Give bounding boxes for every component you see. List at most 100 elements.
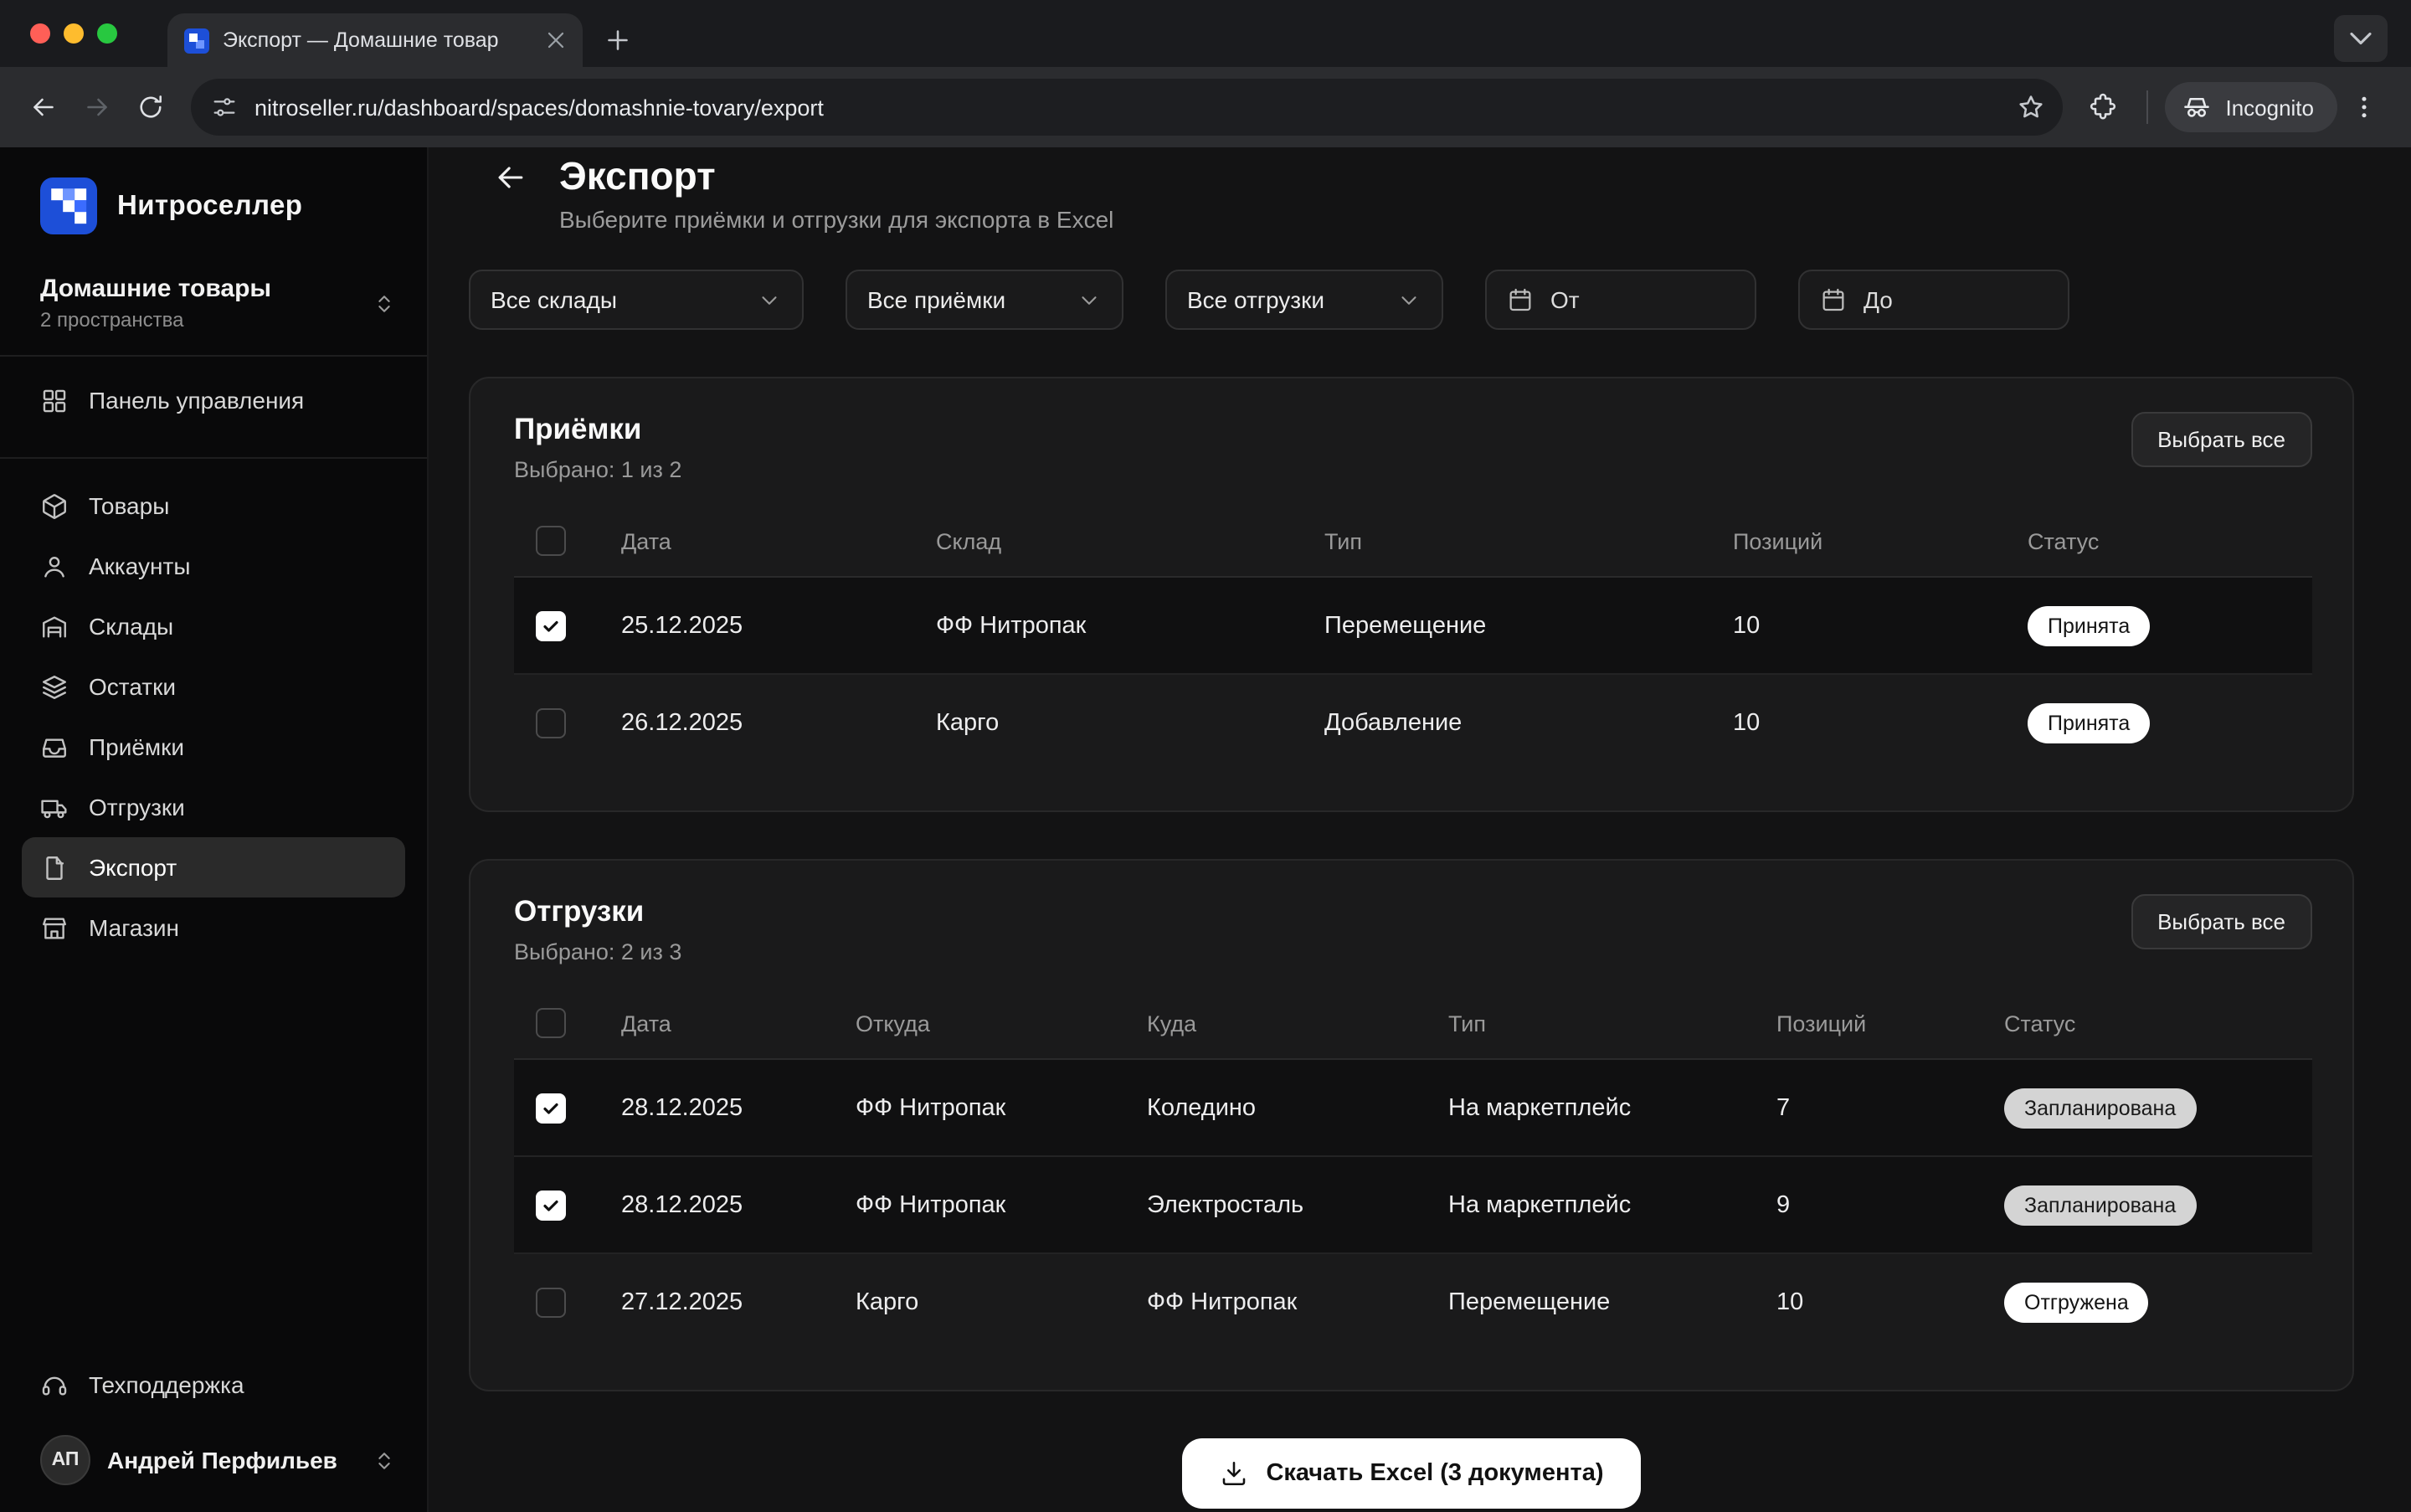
table-body: 28.12.2025ФФ НитропакКолединоНа маркетпл… <box>514 1060 2312 1350</box>
sidebar: Нитроселлер Домашние товары 2 пространст… <box>0 147 429 1512</box>
space-switcher[interactable]: Домашние товары 2 пространства <box>40 275 397 332</box>
cell-positions: 10 <box>1776 1288 2004 1315</box>
site-settings-icon[interactable] <box>211 94 238 121</box>
table-row[interactable]: 26.12.2025КаргоДобавление10Принята <box>514 673 2312 770</box>
sidebar-item-store[interactable]: Магазин <box>22 897 405 958</box>
cell-date: 25.12.2025 <box>621 612 936 639</box>
column-header: Откуда <box>856 1011 1147 1036</box>
page-header: Экспорт Выберите приёмки и отгрузки для … <box>469 154 2354 233</box>
sidebar-item-label: Склады <box>89 613 173 640</box>
tab-close-icon[interactable] <box>542 27 569 54</box>
table-row[interactable]: 27.12.2025КаргоФФ НитропакПеремещение10О… <box>514 1252 2312 1350</box>
cell-from: ФФ Нитропак <box>856 1094 1147 1121</box>
forward-button[interactable] <box>70 80 124 134</box>
table-row[interactable]: 28.12.2025ФФ НитропакЭлектростальНа марк… <box>514 1155 2312 1252</box>
checkbox-cell <box>514 1093 621 1123</box>
cell-status: Запланирована <box>2004 1088 2312 1128</box>
sidebar-item-file[interactable]: Экспорт <box>22 837 405 897</box>
url-text[interactable]: nitroseller.ru/dashboard/spaces/domashni… <box>254 95 1999 120</box>
bookmark-star-icon[interactable] <box>2016 92 2046 122</box>
incognito-label: Incognito <box>2225 95 2314 120</box>
selected-summary: Выбрано: 1 из 2 <box>514 457 681 482</box>
close-window-button[interactable] <box>30 23 50 44</box>
page-subtitle: Выберите приёмки и отгрузки для экспорта… <box>559 206 1113 233</box>
date-to-value: До <box>1864 286 1893 313</box>
browser-window: Экспорт — Домашние товар nitroseller.ru/… <box>0 0 2411 1512</box>
user-menu[interactable]: АП Андрей Перфильев <box>40 1435 397 1485</box>
select-all-button[interactable]: Выбрать все <box>2131 412 2312 467</box>
dropdown-value: Все приёмки <box>867 286 1060 313</box>
avatar: АП <box>40 1435 90 1485</box>
truck-icon <box>40 793 69 821</box>
download-excel-button[interactable]: Скачать Excel (3 документа) <box>1182 1438 1640 1509</box>
receivings-dropdown[interactable]: Все приёмки <box>846 270 1123 330</box>
window-controls <box>0 23 144 67</box>
page-title: Экспорт <box>559 154 1113 198</box>
warehouse-icon <box>40 612 69 640</box>
shipments-dropdown[interactable]: Все отгрузки <box>1165 270 1443 330</box>
main-content: Экспорт Выберите приёмки и отгрузки для … <box>429 147 2411 1512</box>
incognito-badge: Incognito <box>2165 82 2337 132</box>
browser-menu-kebab-icon[interactable] <box>2337 80 2391 134</box>
table-row[interactable]: 28.12.2025ФФ НитропакКолединоНа маркетпл… <box>514 1060 2312 1155</box>
reload-button[interactable] <box>124 80 177 134</box>
cell-warehouse: ФФ Нитропак <box>936 612 1324 639</box>
row-checkbox[interactable] <box>536 1190 566 1220</box>
browser-tab[interactable]: Экспорт — Домашние товар <box>167 13 583 67</box>
select-all-checkbox[interactable] <box>536 1008 566 1038</box>
row-checkbox[interactable] <box>536 610 566 640</box>
cell-positions: 7 <box>1776 1094 2004 1121</box>
incognito-icon <box>2182 92 2212 122</box>
sidebar-item-user[interactable]: Аккаунты <box>22 536 405 596</box>
tab-strip: Экспорт — Домашние товар <box>0 0 2411 67</box>
cell-positions: 9 <box>1776 1191 2004 1218</box>
browser-toolbar: nitroseller.ru/dashboard/spaces/domashni… <box>0 67 2411 147</box>
cell-type: На маркетплейс <box>1448 1191 1776 1218</box>
tab-list-chevron-icon[interactable] <box>2334 15 2388 62</box>
select-all-button[interactable]: Выбрать все <box>2131 894 2312 949</box>
address-bar[interactable]: nitroseller.ru/dashboard/spaces/domashni… <box>191 79 2063 136</box>
tab-title: Экспорт — Домашние товар <box>223 28 529 52</box>
sidebar-item-truck[interactable]: Отгрузки <box>22 777 405 837</box>
sidebar-item-dashboard[interactable]: Панель управления <box>22 367 405 434</box>
receivings-card: Приёмки Выбрано: 1 из 2 Выбрать все Дата… <box>469 377 2354 812</box>
back-button[interactable] <box>17 80 70 134</box>
row-checkbox[interactable] <box>536 707 566 738</box>
cell-positions: 10 <box>1733 709 2028 736</box>
cell-warehouse: Карго <box>936 709 1324 736</box>
grid-icon <box>40 386 69 414</box>
new-tab-button[interactable] <box>603 25 633 55</box>
file-icon <box>40 853 69 882</box>
calendar-icon <box>1507 286 1534 313</box>
sidebar-item-inbox[interactable]: Приёмки <box>22 717 405 777</box>
date-to-picker[interactable]: До <box>1798 270 2069 330</box>
table-row[interactable]: 25.12.2025ФФ НитропакПеремещение10Принят… <box>514 578 2312 673</box>
cell-type: Перемещение <box>1448 1288 1776 1315</box>
selected-summary: Выбрано: 2 из 3 <box>514 939 681 964</box>
cell-type: Перемещение <box>1324 612 1733 639</box>
status-badge: Принята <box>2028 605 2150 645</box>
back-arrow-icon[interactable] <box>492 159 529 196</box>
dropdown-value: Все склады <box>491 286 740 313</box>
row-checkbox[interactable] <box>536 1287 566 1317</box>
select-all-checkbox[interactable] <box>536 526 566 556</box>
date-from-picker[interactable]: От <box>1485 270 1756 330</box>
zoom-window-button[interactable] <box>97 23 117 44</box>
sidebar-item-warehouse[interactable]: Склады <box>22 596 405 656</box>
sidebar-item-label: Техподдержка <box>89 1371 244 1398</box>
sidebar-item-layers[interactable]: Остатки <box>22 656 405 717</box>
sidebar-item-package[interactable]: Товары <box>22 476 405 536</box>
toolbar-separator <box>2146 90 2148 124</box>
brand-name: Нитроселлер <box>117 190 302 222</box>
row-checkbox[interactable] <box>536 1093 566 1123</box>
cell-from: ФФ Нитропак <box>856 1191 1147 1218</box>
calendar-icon <box>1820 286 1847 313</box>
cell-date: 26.12.2025 <box>621 709 936 736</box>
minimize-window-button[interactable] <box>64 23 84 44</box>
brand: Нитроселлер <box>40 177 390 234</box>
warehouses-dropdown[interactable]: Все склады <box>469 270 804 330</box>
sidebar-item-support[interactable]: Техподдержка <box>22 1351 405 1418</box>
extensions-puzzle-icon[interactable] <box>2076 80 2130 134</box>
chevron-down-icon <box>1396 287 1421 312</box>
inbox-icon <box>40 733 69 761</box>
